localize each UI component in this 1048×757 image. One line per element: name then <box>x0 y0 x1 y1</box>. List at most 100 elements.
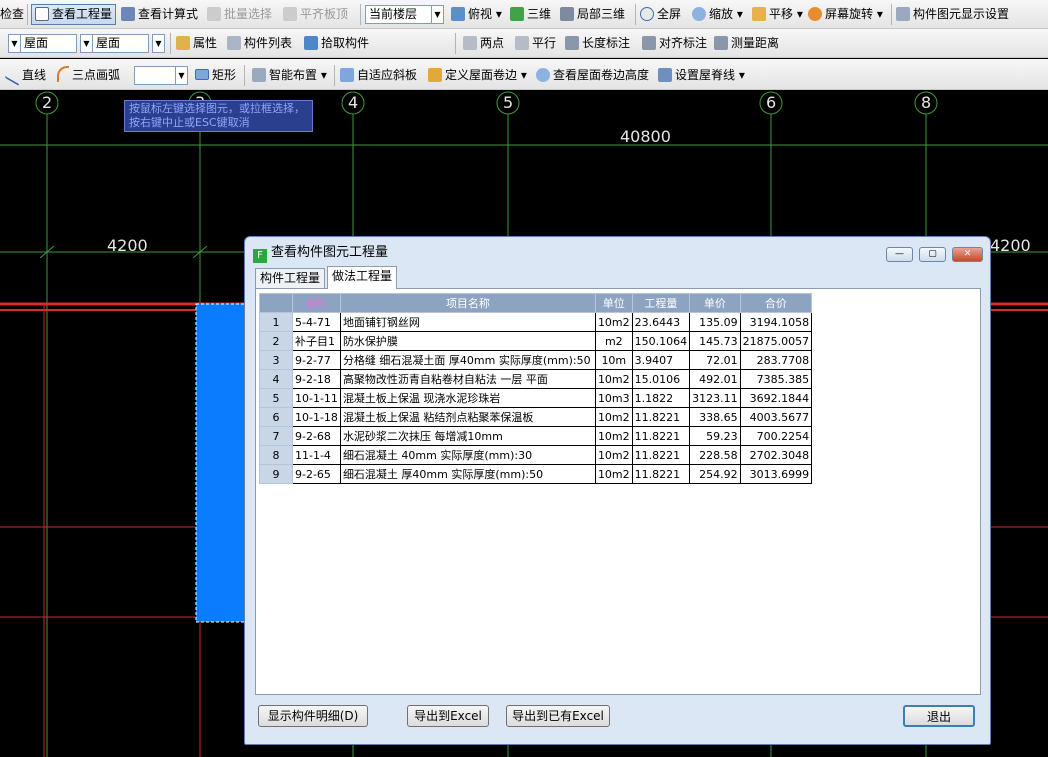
local-3d-button[interactable]: 局部三维 <box>560 5 625 24</box>
name-cell[interactable]: 细石混凝土 40mm 实际厚度(mm):30 <box>339 445 596 465</box>
code-cell[interactable]: 5-4-71 <box>292 312 341 332</box>
chevron-down-icon[interactable]: ▼ <box>175 66 188 85</box>
properties-button[interactable]: 属性 <box>176 34 217 53</box>
chevron-down-icon[interactable]: ▼ <box>431 5 444 24</box>
price-cell[interactable]: 72.01 <box>689 350 741 370</box>
total-cell[interactable]: 21875.0057 <box>739 331 813 351</box>
total-cell[interactable]: 283.7708 <box>739 350 813 370</box>
table-row[interactable]: 7 9-2-68 水泥砂浆二次抹压 每增减10mm 10m2 11.8221 59.23 7… <box>259 426 813 446</box>
chevron-down-icon[interactable]: ▼ <box>152 34 165 53</box>
code-cell[interactable]: 10-1-11 <box>292 388 341 408</box>
tab-method-quantity[interactable]: 做法工程量 <box>327 266 398 289</box>
chevron-down-icon[interactable]: ▼ <box>8 34 21 53</box>
flush-slab-button[interactable]: 平齐板顶 <box>283 5 348 24</box>
zoom-button[interactable]: 缩放 ▾ <box>692 5 743 24</box>
table-row[interactable]: 4 9-2-18 高聚物改性沥青自粘卷材自粘法 一层 平面 10m2 15.0106 49… <box>259 369 813 389</box>
ridge-line-button[interactable]: 设置屋脊线 ▾ <box>658 66 745 85</box>
code-cell[interactable]: 10-1-18 <box>292 407 341 427</box>
qty-cell[interactable]: 150.1064 <box>631 331 691 351</box>
component-list-button[interactable]: 构件列表 <box>227 34 292 53</box>
column-header[interactable]: 工程量 <box>631 293 691 313</box>
table-row[interactable]: 1 5-4-71 地面铺钉钢丝网 10m2 23.6443 135.09 3194.1058 <box>259 312 813 332</box>
qty-cell[interactable]: 11.8221 <box>631 445 691 465</box>
column-header[interactable]: 编码 <box>292 293 341 313</box>
column-header[interactable]: 单位 <box>594 293 633 313</box>
chevron-down-icon[interactable]: ▼ <box>80 34 93 53</box>
name-cell[interactable]: 混凝土板上保温 现浇水泥珍珠岩 <box>339 388 596 408</box>
name-cell[interactable]: 防水保护膜 <box>339 331 596 351</box>
table-row[interactable]: 3 9-2-77 分格缝 细石混凝土面 厚40mm 实际厚度(mm):50 10m 3.… <box>259 350 813 370</box>
layer-name-select[interactable]: 屋面 <box>93 34 149 53</box>
qty-cell[interactable]: 11.8221 <box>631 464 691 484</box>
parallel-button[interactable]: 平行 <box>515 34 556 53</box>
qty-cell[interactable]: 15.0106 <box>631 369 691 389</box>
name-cell[interactable]: 细石混凝土 厚40mm 实际厚度(mm):50 <box>339 464 596 484</box>
length-dim-button[interactable]: 长度标注 <box>565 34 630 53</box>
qty-cell[interactable]: 1.1822 <box>631 388 691 408</box>
code-cell[interactable]: 补子目1 <box>292 331 341 351</box>
unit-cell[interactable]: 10m <box>594 350 633 370</box>
total-cell[interactable]: 3194.1058 <box>739 312 813 332</box>
top-view-button[interactable]: 俯视 ▾ <box>451 5 502 24</box>
column-header[interactable]: 项目名称 <box>339 293 596 313</box>
code-cell[interactable]: 9-2-68 <box>292 426 341 446</box>
name-cell[interactable]: 分格缝 细石混凝土面 厚40mm 实际厚度(mm):50 <box>339 350 596 370</box>
layer-type-select[interactable]: 屋面 <box>21 34 77 53</box>
unit-cell[interactable]: 10m2 <box>594 426 633 446</box>
name-cell[interactable]: 地面铺钉钢丝网 <box>339 312 596 332</box>
view-3d-button[interactable]: 三维 <box>510 5 551 24</box>
price-cell[interactable]: 338.65 <box>689 407 741 427</box>
qty-cell[interactable]: 11.8221 <box>631 426 691 446</box>
view-formula-button[interactable]: 查看计算式 <box>121 5 198 24</box>
total-cell[interactable]: 4003.5677 <box>739 407 813 427</box>
table-row[interactable]: 8 11-1-4 细石混凝土 40mm 实际厚度(mm):30 10m2 11.8221… <box>259 445 813 465</box>
check-button[interactable]: 检查 <box>0 5 24 24</box>
unit-cell[interactable]: 10m2 <box>594 407 633 427</box>
name-cell[interactable]: 高聚物改性沥青自粘卷材自粘法 一层 平面 <box>339 369 596 389</box>
price-cell[interactable]: 254.92 <box>689 464 741 484</box>
price-cell[interactable]: 228.58 <box>689 445 741 465</box>
name-cell[interactable]: 混凝土板上保温 粘结剂点粘聚苯保温板 <box>339 407 596 427</box>
export-excel-button[interactable]: 导出到Excel <box>407 705 489 727</box>
align-dim-button[interactable]: 对齐标注 <box>642 34 707 53</box>
code-cell[interactable]: 9-2-18 <box>292 369 341 389</box>
table-row[interactable]: 5 10-1-11 混凝土板上保温 现浇水泥珍珠岩 10m3 1.1822 3123.11… <box>259 388 813 408</box>
smart-layout-button[interactable]: 智能布置 ▾ <box>252 66 327 85</box>
arc-button[interactable]: 三点画弧 <box>57 66 120 85</box>
unit-cell[interactable]: 10m2 <box>594 369 633 389</box>
floor-select[interactable]: 当前楼层 <box>365 5 433 24</box>
price-cell[interactable]: 59.23 <box>689 426 741 446</box>
total-cell[interactable]: 7385.385 <box>739 369 813 389</box>
fullscreen-button[interactable]: 全屏 <box>640 5 681 24</box>
close-button[interactable]: ✕ <box>952 247 983 262</box>
view-quantity-button[interactable]: 查看工程量 <box>31 4 117 25</box>
line-button[interactable]: 直线 <box>5 65 46 87</box>
code-cell[interactable]: 9-2-65 <box>292 464 341 484</box>
total-cell[interactable]: 2702.3048 <box>739 445 813 465</box>
two-points-button[interactable]: 两点 <box>463 34 504 53</box>
pan-button[interactable]: 平移 ▾ <box>752 5 803 24</box>
price-cell[interactable]: 145.73 <box>689 331 741 351</box>
rect-button[interactable]: 矩形 <box>195 66 236 85</box>
unit-cell[interactable]: 10m2 <box>594 464 633 484</box>
pick-component-button[interactable]: 拾取构件 <box>304 34 369 53</box>
arc-mode-select[interactable] <box>134 66 176 85</box>
price-cell[interactable]: 492.01 <box>689 369 741 389</box>
maximize-button[interactable]: ▢ <box>919 247 946 262</box>
price-cell[interactable]: 3123.11 <box>689 388 741 408</box>
unit-cell[interactable]: 10m2 <box>594 312 633 332</box>
view-edge-height-button[interactable]: 查看屋面卷边高度 <box>536 66 649 85</box>
adaptive-slope-button[interactable]: 自适应斜板 <box>340 66 417 85</box>
code-cell[interactable]: 11-1-4 <box>292 445 341 465</box>
display-settings-button[interactable]: 构件图元显示设置 <box>896 5 1009 24</box>
table-row[interactable]: 9 9-2-65 细石混凝土 厚40mm 实际厚度(mm):50 10m2 11.822… <box>259 464 813 484</box>
define-edge-button[interactable]: 定义屋面卷边 ▾ <box>428 66 527 85</box>
column-header[interactable]: 合价 <box>739 293 813 313</box>
unit-cell[interactable]: 10m3 <box>594 388 633 408</box>
minimize-button[interactable]: — <box>886 247 913 262</box>
measure-button[interactable]: 测量距离 <box>714 34 779 53</box>
rotate-button[interactable]: 屏幕旋转 ▾ <box>808 5 883 24</box>
name-cell[interactable]: 水泥砂浆二次抹压 每增减10mm <box>339 426 596 446</box>
tab-component-quantity[interactable]: 构件工程量 <box>255 268 326 288</box>
unit-cell[interactable]: m2 <box>594 331 633 351</box>
